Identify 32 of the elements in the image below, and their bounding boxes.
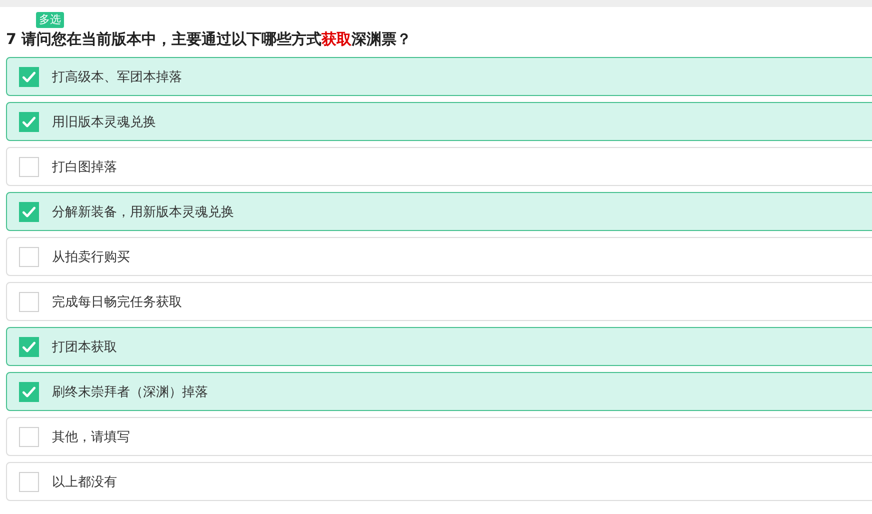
answer-option[interactable]: 从拍卖行购买 [6, 237, 872, 276]
answer-option[interactable]: 打团本获取 [6, 327, 872, 366]
answer-option[interactable]: 刷终末崇拜者（深渊）掉落 [6, 372, 872, 411]
checkbox[interactable] [19, 66, 39, 86]
multi-select-tag: 多选 [36, 12, 64, 28]
checkbox[interactable] [19, 112, 39, 132]
checkbox[interactable] [19, 202, 39, 222]
answer-option[interactable]: 用旧版本灵魂兑换 [6, 102, 872, 141]
option-label: 其他，请填写 [52, 428, 130, 446]
answer-option[interactable]: 分解新装备，用新版本灵魂兑换 [6, 192, 872, 231]
checkbox[interactable] [19, 246, 39, 266]
option-label: 打团本获取 [52, 338, 117, 356]
question-title: 7 请问您在当前版本中，主要通过以下哪些方式获取深渊票？ [5, 29, 412, 50]
option-label: 用旧版本灵魂兑换 [52, 114, 156, 130]
option-label: 打白图掉落 [52, 158, 117, 176]
option-label: 以上都没有 [52, 474, 117, 490]
checkbox[interactable] [19, 426, 39, 446]
answer-option[interactable]: 以上都没有 [6, 462, 872, 501]
answer-option[interactable]: 完成每日畅完任务获取 [6, 282, 872, 321]
checkbox[interactable] [19, 382, 39, 402]
checkbox[interactable] [19, 156, 39, 176]
option-label: 刷终末崇拜者（深渊）掉落 [52, 384, 208, 400]
answer-option[interactable]: 打白图掉落 [6, 147, 872, 186]
checkbox[interactable] [19, 472, 39, 492]
answer-option[interactable]: 打高级本、军团本掉落 [6, 57, 872, 96]
checkbox[interactable] [19, 292, 39, 312]
option-label: 打高级本、军团本掉落 [52, 68, 182, 86]
answer-option[interactable]: 其他，请填写 [6, 417, 872, 456]
option-label: 从拍卖行购买 [52, 248, 130, 266]
checkbox[interactable] [19, 336, 39, 356]
option-label: 分解新装备，用新版本灵魂兑换 [52, 204, 234, 220]
option-label: 完成每日畅完任务获取 [52, 294, 182, 310]
